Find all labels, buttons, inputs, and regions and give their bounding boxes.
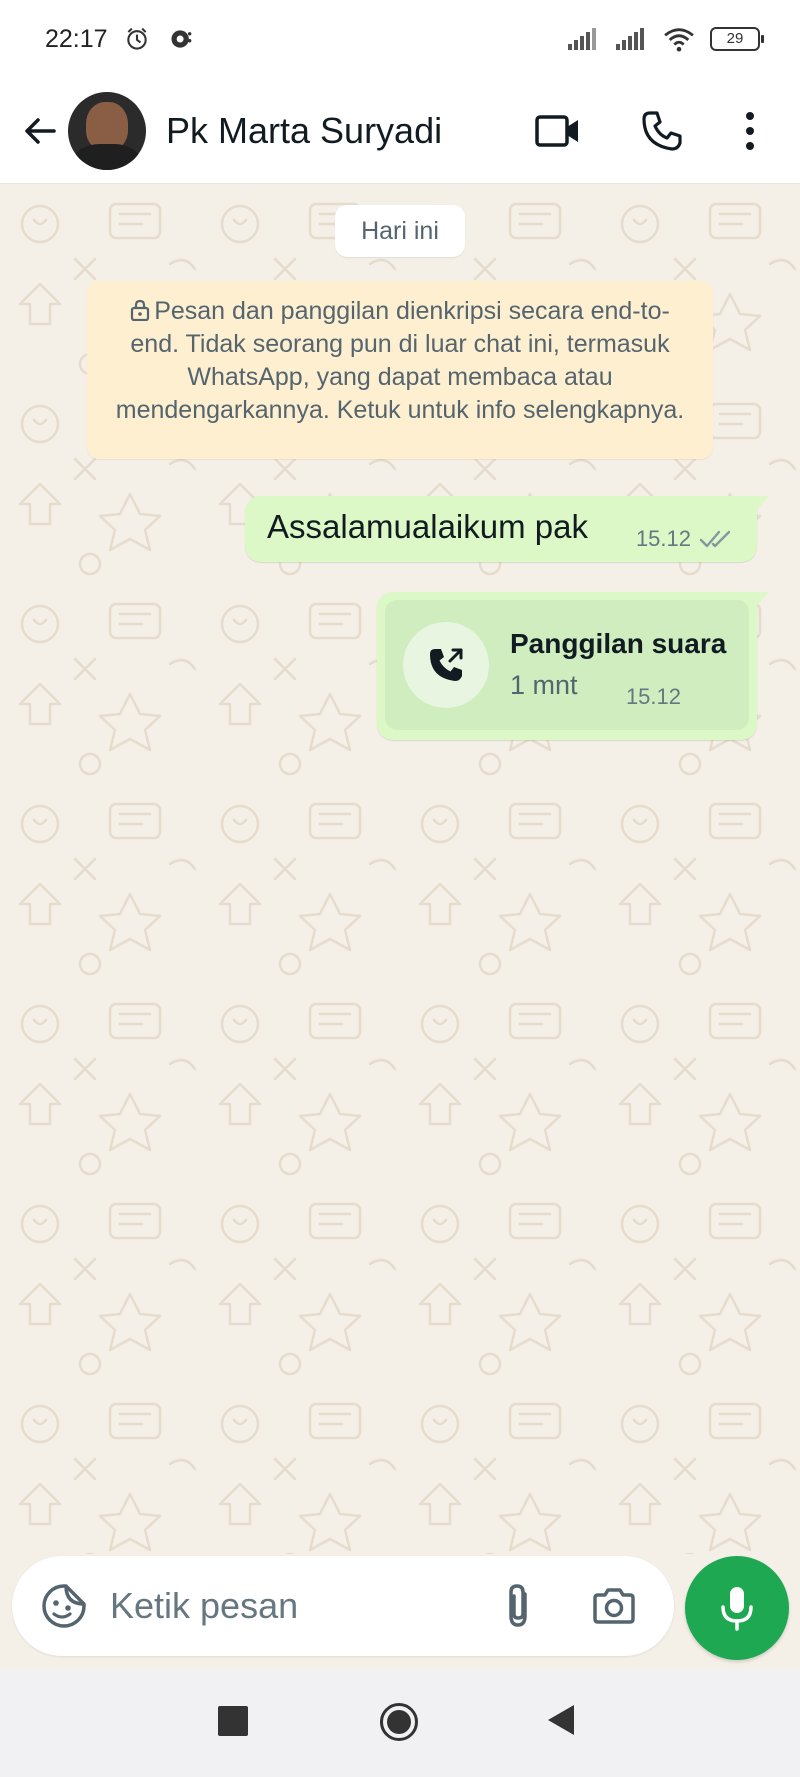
attach-button[interactable]	[490, 1578, 546, 1634]
voice-call-button[interactable]	[632, 101, 692, 161]
bubble-tail	[755, 496, 769, 512]
signal-icon	[568, 28, 596, 50]
double-check-icon	[699, 530, 731, 548]
chat-header: Pk Marta Suryadi	[0, 78, 800, 184]
call-duration: 1 mnt	[510, 670, 578, 700]
call-message-bubble[interactable]: Panggilan suara 1 mnt 15.12	[377, 592, 769, 740]
sticker-icon	[42, 1584, 86, 1628]
status-bar: 22:17 29	[0, 0, 800, 78]
message-time: 15.12	[635, 526, 691, 551]
back-button[interactable]	[12, 103, 68, 159]
video-call-button[interactable]	[528, 101, 588, 161]
sticker-button[interactable]	[34, 1576, 94, 1636]
recent-apps-button[interactable]	[218, 1706, 248, 1736]
date-chip: Hari ini	[335, 205, 465, 257]
home-button[interactable]	[380, 1703, 418, 1741]
back-arrow-icon	[25, 117, 56, 144]
message-bubble-outgoing[interactable]: Assalamualaikum pak 15.12	[245, 496, 769, 562]
more-options-button[interactable]	[720, 101, 780, 161]
camera-button[interactable]	[586, 1578, 642, 1634]
more-vertical-icon	[746, 111, 754, 150]
message-time: 15.12	[625, 684, 681, 709]
call-title: Panggilan suara	[510, 628, 727, 659]
encryption-notice[interactable]: Pesan dan panggilan dienkripsi secara en…	[87, 281, 713, 459]
message-input[interactable]	[110, 1585, 470, 1627]
avatar[interactable]	[68, 91, 146, 170]
camera-icon	[593, 1588, 635, 1624]
notification-icon	[171, 30, 191, 48]
wifi-icon	[664, 28, 694, 52]
alarm-icon	[126, 27, 147, 50]
battery-icon: 29	[710, 27, 764, 51]
status-time: 22:17	[45, 24, 108, 53]
system-back-button[interactable]	[548, 1705, 574, 1735]
call-icon-circle	[403, 622, 489, 708]
message-text: Assalamualaikum pak	[267, 508, 588, 545]
voice-record-button[interactable]	[685, 1556, 789, 1660]
video-call-icon	[535, 114, 578, 147]
compose-bar	[0, 1554, 800, 1670]
paperclip-icon	[509, 1584, 527, 1627]
bubble-tail	[755, 592, 769, 608]
microphone-icon	[721, 1587, 753, 1631]
phone-icon	[642, 110, 682, 151]
encryption-notice-text: Pesan dan panggilan dienkripsi secara en…	[115, 297, 685, 424]
system-navigation-bar	[0, 1670, 800, 1777]
call-card[interactable]: Panggilan suara 1 mnt 15.12	[385, 600, 749, 730]
signal-icon	[616, 28, 644, 50]
contact-name[interactable]: Pk Marta Suryadi	[166, 110, 442, 152]
outgoing-call-icon	[430, 648, 463, 681]
chat-area[interactable]: Hari ini Pesan dan panggilan dienkripsi …	[0, 184, 800, 1554]
lock-icon	[131, 299, 150, 321]
message-input-container	[12, 1556, 674, 1656]
